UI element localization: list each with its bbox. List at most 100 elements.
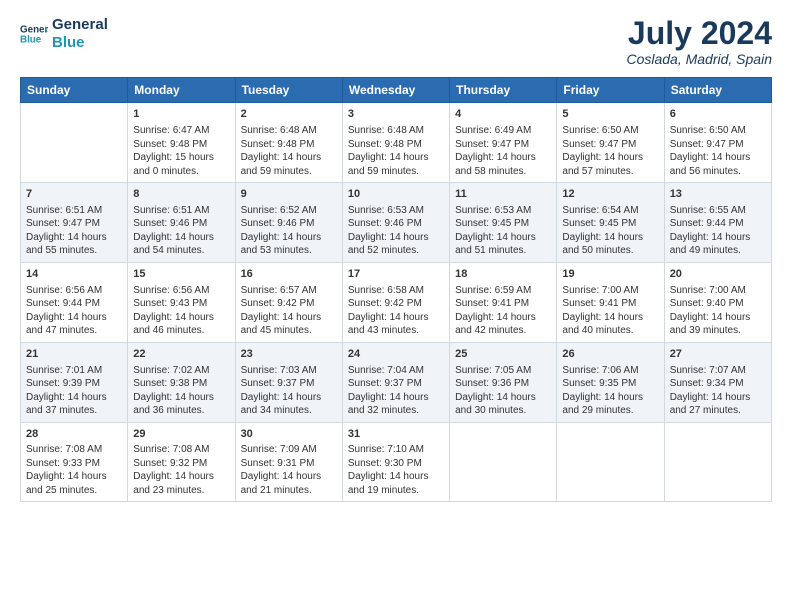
- cell-2-6: 12Sunrise: 6:54 AMSunset: 9:45 PMDayligh…: [557, 183, 664, 263]
- cell-3-5: 18Sunrise: 6:59 AMSunset: 9:41 PMDayligh…: [450, 262, 557, 342]
- cell-line: Daylight: 14 hours: [670, 391, 766, 405]
- cell-line: Sunrise: 6:59 AM: [455, 284, 551, 298]
- title-block: July 2024 Coslada, Madrid, Spain: [626, 16, 772, 67]
- day-number: 8: [133, 187, 229, 202]
- cell-line: Daylight: 14 hours: [670, 311, 766, 325]
- cell-line: Sunrise: 6:47 AM: [133, 124, 229, 138]
- cell-line: Sunset: 9:46 PM: [133, 217, 229, 231]
- cell-line: and 19 minutes.: [348, 484, 444, 498]
- cell-line: Daylight: 14 hours: [348, 391, 444, 405]
- cell-line: and 43 minutes.: [348, 324, 444, 338]
- day-number: 12: [562, 187, 658, 202]
- cell-line: Sunrise: 6:53 AM: [455, 204, 551, 218]
- cell-line: Daylight: 14 hours: [133, 391, 229, 405]
- cell-line: Sunrise: 6:54 AM: [562, 204, 658, 218]
- cell-3-1: 14Sunrise: 6:56 AMSunset: 9:44 PMDayligh…: [21, 262, 128, 342]
- svg-text:Blue: Blue: [20, 34, 42, 45]
- day-number: 24: [348, 347, 444, 362]
- cell-line: Sunrise: 7:00 AM: [562, 284, 658, 298]
- cell-line: Daylight: 15 hours: [133, 151, 229, 165]
- cell-line: Daylight: 14 hours: [133, 231, 229, 245]
- cell-5-3: 30Sunrise: 7:09 AMSunset: 9:31 PMDayligh…: [235, 422, 342, 502]
- cell-line: Daylight: 14 hours: [26, 391, 122, 405]
- col-header-wednesday: Wednesday: [342, 78, 449, 103]
- day-number: 17: [348, 267, 444, 282]
- cell-line: Sunset: 9:33 PM: [26, 457, 122, 471]
- cell-line: Sunrise: 7:03 AM: [241, 364, 337, 378]
- cell-line: Sunset: 9:35 PM: [562, 377, 658, 391]
- cell-line: Sunset: 9:34 PM: [670, 377, 766, 391]
- col-header-sunday: Sunday: [21, 78, 128, 103]
- cell-5-6: [557, 422, 664, 502]
- cell-line: Sunrise: 6:50 AM: [562, 124, 658, 138]
- cell-line: Daylight: 14 hours: [348, 151, 444, 165]
- cell-line: Sunset: 9:42 PM: [241, 297, 337, 311]
- day-number: 3: [348, 107, 444, 122]
- cell-line: Daylight: 14 hours: [241, 391, 337, 405]
- cell-line: and 55 minutes.: [26, 244, 122, 258]
- cell-line: and 23 minutes.: [133, 484, 229, 498]
- cell-line: Sunrise: 7:05 AM: [455, 364, 551, 378]
- cell-line: Sunrise: 7:07 AM: [670, 364, 766, 378]
- cell-line: Sunset: 9:46 PM: [241, 217, 337, 231]
- cell-line: Daylight: 14 hours: [241, 151, 337, 165]
- logo: General Blue General Blue: [20, 16, 108, 52]
- day-number: 5: [562, 107, 658, 122]
- cell-1-3: 2Sunrise: 6:48 AMSunset: 9:48 PMDaylight…: [235, 103, 342, 183]
- day-number: 16: [241, 267, 337, 282]
- cell-line: and 45 minutes.: [241, 324, 337, 338]
- main-title: July 2024: [626, 16, 772, 51]
- cell-4-1: 21Sunrise: 7:01 AMSunset: 9:39 PMDayligh…: [21, 342, 128, 422]
- cell-line: Sunset: 9:39 PM: [26, 377, 122, 391]
- cell-line: Daylight: 14 hours: [670, 151, 766, 165]
- logo-text-line2: Blue: [52, 34, 108, 52]
- cell-line: and 54 minutes.: [133, 244, 229, 258]
- cell-line: Daylight: 14 hours: [241, 311, 337, 325]
- cell-2-7: 13Sunrise: 6:55 AMSunset: 9:44 PMDayligh…: [664, 183, 771, 263]
- cell-line: and 56 minutes.: [670, 165, 766, 179]
- day-number: 28: [26, 427, 122, 442]
- day-number: 30: [241, 427, 337, 442]
- cell-line: and 42 minutes.: [455, 324, 551, 338]
- subtitle: Coslada, Madrid, Spain: [626, 51, 772, 67]
- cell-line: Sunset: 9:37 PM: [241, 377, 337, 391]
- cell-line: Sunrise: 6:48 AM: [348, 124, 444, 138]
- cell-line: Sunrise: 7:04 AM: [348, 364, 444, 378]
- day-number: 18: [455, 267, 551, 282]
- cell-line: Sunrise: 7:00 AM: [670, 284, 766, 298]
- cell-line: Sunrise: 7:01 AM: [26, 364, 122, 378]
- cell-line: and 50 minutes.: [562, 244, 658, 258]
- day-number: 6: [670, 107, 766, 122]
- cell-2-2: 8Sunrise: 6:51 AMSunset: 9:46 PMDaylight…: [128, 183, 235, 263]
- cell-line: Sunset: 9:40 PM: [670, 297, 766, 311]
- cell-line: Sunrise: 6:48 AM: [241, 124, 337, 138]
- cell-5-5: [450, 422, 557, 502]
- cell-5-1: 28Sunrise: 7:08 AMSunset: 9:33 PMDayligh…: [21, 422, 128, 502]
- day-number: 27: [670, 347, 766, 362]
- cell-line: Sunset: 9:30 PM: [348, 457, 444, 471]
- cell-line: Daylight: 14 hours: [455, 151, 551, 165]
- cell-5-2: 29Sunrise: 7:08 AMSunset: 9:32 PMDayligh…: [128, 422, 235, 502]
- cell-line: Sunset: 9:36 PM: [455, 377, 551, 391]
- cell-2-4: 10Sunrise: 6:53 AMSunset: 9:46 PMDayligh…: [342, 183, 449, 263]
- cell-1-5: 4Sunrise: 6:49 AMSunset: 9:47 PMDaylight…: [450, 103, 557, 183]
- cell-line: and 57 minutes.: [562, 165, 658, 179]
- calendar-table: SundayMondayTuesdayWednesdayThursdayFrid…: [20, 77, 772, 502]
- day-number: 9: [241, 187, 337, 202]
- day-number: 13: [670, 187, 766, 202]
- cell-line: Daylight: 14 hours: [26, 311, 122, 325]
- cell-4-5: 25Sunrise: 7:05 AMSunset: 9:36 PMDayligh…: [450, 342, 557, 422]
- week-row-4: 21Sunrise: 7:01 AMSunset: 9:39 PMDayligh…: [21, 342, 772, 422]
- cell-line: Daylight: 14 hours: [562, 391, 658, 405]
- header: General Blue General Blue July 2024 Cosl…: [20, 16, 772, 67]
- cell-3-7: 20Sunrise: 7:00 AMSunset: 9:40 PMDayligh…: [664, 262, 771, 342]
- cell-line: and 37 minutes.: [26, 404, 122, 418]
- cell-line: Sunset: 9:47 PM: [670, 138, 766, 152]
- cell-line: Sunset: 9:32 PM: [133, 457, 229, 471]
- cell-3-3: 16Sunrise: 6:57 AMSunset: 9:42 PMDayligh…: [235, 262, 342, 342]
- cell-line: Sunrise: 7:06 AM: [562, 364, 658, 378]
- col-header-friday: Friday: [557, 78, 664, 103]
- cell-1-4: 3Sunrise: 6:48 AMSunset: 9:48 PMDaylight…: [342, 103, 449, 183]
- cell-3-2: 15Sunrise: 6:56 AMSunset: 9:43 PMDayligh…: [128, 262, 235, 342]
- cell-line: Sunset: 9:42 PM: [348, 297, 444, 311]
